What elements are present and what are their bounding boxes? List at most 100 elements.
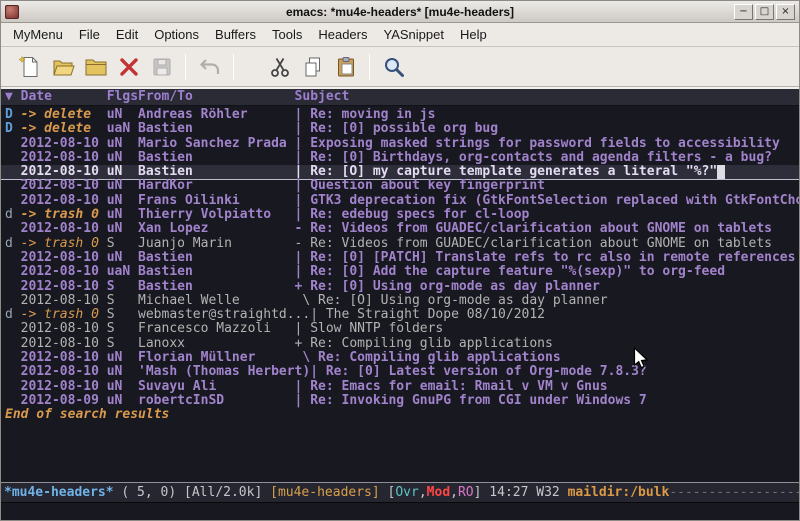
thread-separator: | [310,365,326,379]
from-cell: Bastien [138,165,295,179]
window-controls: −□× [734,4,795,20]
mark-cell [5,294,21,308]
kill-buffer-button[interactable] [112,51,145,83]
new-file-button[interactable] [13,51,46,83]
flags-cell: S [107,337,138,351]
date-cell: 2012-08-10 [21,365,107,379]
message-row[interactable]: d-> trash 0SJuanjo Marin- Re: Videos fro… [1,237,799,251]
menu-help[interactable]: Help [452,24,495,45]
mark-cell: d [5,308,21,322]
mouse-cursor [633,347,651,376]
thread-separator: | [295,165,311,179]
modeline-segment-buffer: *mu4e-headers* [4,485,114,500]
message-row[interactable]: 2012-08-10uNBastien| Re: [O] my capture … [1,165,799,179]
date-cell: -> trash 0 [21,237,107,251]
thread-separator: + [295,337,311,351]
menu-file[interactable]: File [71,24,108,45]
menu-buffers[interactable]: Buffers [207,24,264,45]
minibuffer[interactable] [1,503,799,520]
menu-options[interactable]: Options [146,24,207,45]
date-cell: 2012-08-10 [21,222,107,236]
flags-cell: uaN [107,122,138,136]
date-cell: 2012-08-10 [21,380,107,394]
mode-line: *mu4e-headers* ( 5, 0) [All/2.0k] [mu4e-… [1,482,799,503]
menu-headers[interactable]: Headers [310,24,375,45]
from-cell: Francesco Mazzoli [138,322,295,336]
date-cell: 2012-08-09 [21,394,107,408]
from-cell: Lanoxx [138,337,295,351]
copy-button[interactable] [296,51,329,83]
message-row[interactable]: 2012-08-10uNFrans Oilinki| GTK3 deprecat… [1,194,799,208]
message-row[interactable]: d-> trash 0uNThierry Volpiatto| Re: edeb… [1,208,799,222]
paste-icon [334,55,358,79]
thread-separator: - [295,237,311,251]
flags-cell: uN [107,151,138,165]
headers-list: D-> deleteuNAndreas Röhler| Re: moving i… [1,108,799,408]
modeline-segment-plain: , [419,485,427,500]
date-cell: -> trash 0 [21,208,107,222]
thread-separator: | [310,308,326,322]
subject-cell: Re: [0] [PATCH] Translate refs to rc als… [310,251,795,265]
thread-separator: | [295,265,311,279]
message-row[interactable]: d-> trash 0Swebmaster@straightd...| The … [1,308,799,322]
menu-yasnippet[interactable]: YASnippet [375,24,451,45]
message-row[interactable]: 2012-08-10uN'Mash (Thomas Herbert)| Re: … [1,365,799,379]
dired-button[interactable] [79,51,112,83]
message-row[interactable]: 2012-08-10uNMario Sanchez Prada| Exposin… [1,137,799,151]
search-button[interactable] [377,51,410,83]
mark-cell [5,251,21,265]
date-cell: 2012-08-10 [21,179,107,193]
undo-button[interactable] [193,51,226,83]
message-row[interactable]: 2012-08-10SFrancesco Mazzoli| Slow NNTP … [1,322,799,336]
date-cell: 2012-08-10 [21,194,107,208]
minimize-button[interactable]: − [734,4,753,20]
cut-button[interactable] [263,51,296,83]
frame-content: ▼DateFlgsFrom/ToSubject D-> deleteuNAndr… [1,87,799,520]
subject-cell: Re: Invoking GnuPG from CGI under Window… [310,394,647,408]
toolbar [1,47,799,87]
message-row[interactable]: 2012-08-10SMichael Welle \ Re: [O] Using… [1,294,799,308]
titlebar[interactable]: emacs: *mu4e-headers* [mu4e-headers] −□× [1,1,799,23]
message-row[interactable]: D-> deleteuaNBastien| Re: [0] possible o… [1,122,799,136]
message-row[interactable]: 2012-08-10uNBastien| Re: [0] [PATCH] Tra… [1,251,799,265]
mark-cell [5,280,21,294]
message-row[interactable]: 2012-08-10uNXan Lopez- Re: Videos from G… [1,222,799,236]
maximize-button[interactable]: □ [755,4,774,20]
message-row[interactable]: 2012-08-10SBastien+ Re: [0] Using org-mo… [1,280,799,294]
flags-cell: uN [107,222,138,236]
message-row[interactable]: 2012-08-10uNHardKor| Question about key … [1,179,799,193]
message-row[interactable]: 2012-08-09uNrobertcInSD| Re: Invoking Gn… [1,394,799,408]
flags-cell: uN [107,394,138,408]
subject-cell: Re: [O] my capture template generates a … [310,165,717,179]
message-row[interactable]: 2012-08-10uaNBastien| Re: [0] Add the ca… [1,265,799,279]
message-row[interactable]: 2012-08-10SLanoxx+ Re: Compiling glib ap… [1,337,799,351]
from-cell: Bastien [138,122,295,136]
menu-tools[interactable]: Tools [264,24,310,45]
thread-separator: | [295,108,311,122]
mark-cell [5,165,21,179]
message-row[interactable]: 2012-08-10uNSuvayu Ali| Re: Emacs for em… [1,380,799,394]
thread-separator: | [295,122,311,136]
modeline-segment-mode: [mu4e-headers] [270,485,380,500]
message-row[interactable]: D-> deleteuNAndreas Röhler| Re: moving i… [1,108,799,122]
from-cell: Michael Welle [138,294,295,308]
headers-buffer: D-> deleteuNAndreas Röhler| Re: moving i… [1,106,799,482]
menu-mymenu[interactable]: MyMenu [5,24,71,45]
date-cell: -> trash 0 [21,308,107,322]
window-title: emacs: *mu4e-headers* [mu4e-headers] [1,5,799,19]
open-file-button[interactable] [46,51,79,83]
toolbar-separator [233,54,234,80]
message-row[interactable]: 2012-08-10uNBastien| Re: [0] Birthdays, … [1,151,799,165]
search-icon [382,55,406,79]
date-cell: 2012-08-10 [21,351,107,365]
menu-edit[interactable]: Edit [108,24,146,45]
subject-cell: Slow NNTP folders [310,322,443,336]
subject-cell: Re: [0] Latest version of Org-mode 7.8.3… [326,365,647,379]
close-button[interactable]: × [776,4,795,20]
save-buffer-button[interactable] [145,51,178,83]
text-cursor [717,165,725,179]
message-row[interactable]: 2012-08-10uNFlorian Müllner \ Re: Compil… [1,351,799,365]
thread-separator: | [295,251,311,265]
paste-button[interactable] [329,51,362,83]
mark-cell: ▼ [5,90,21,104]
